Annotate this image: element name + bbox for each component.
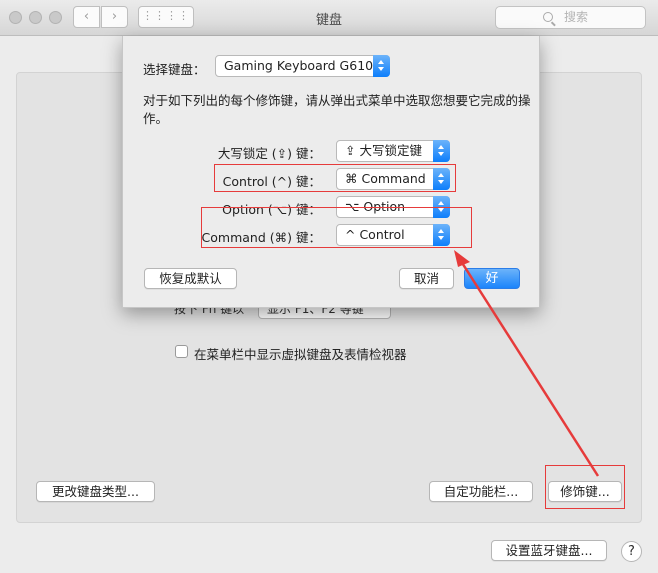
annotation-arrow (454, 250, 600, 477)
